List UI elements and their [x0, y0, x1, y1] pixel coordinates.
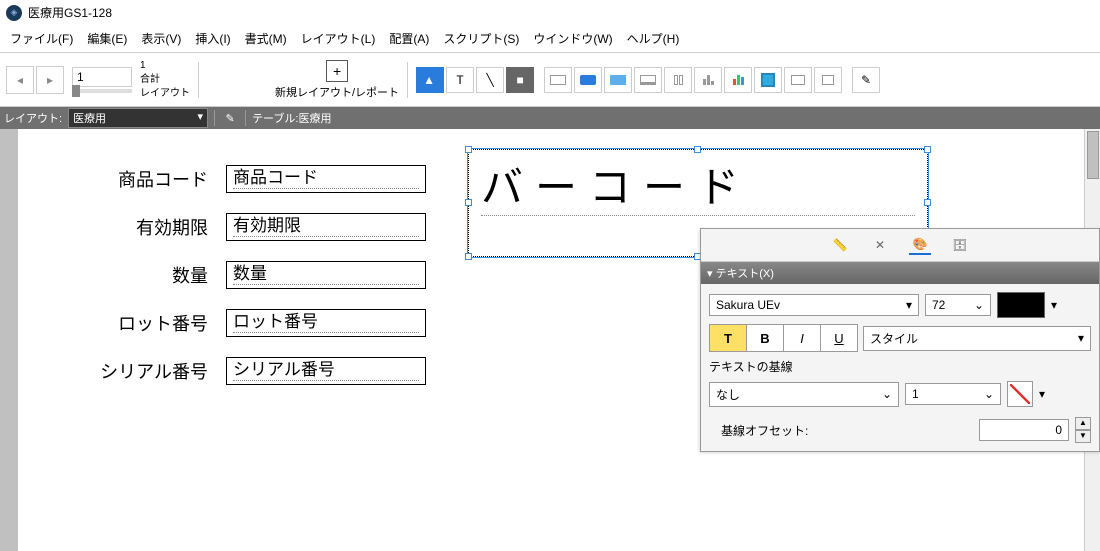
- field-tool-5[interactable]: [664, 67, 692, 93]
- field-tool-4[interactable]: [634, 67, 662, 93]
- tools-tab-icon[interactable]: ✕: [869, 235, 891, 255]
- data-tab-icon[interactable]: 🗄: [949, 235, 971, 255]
- field-box[interactable]: 商品コード: [226, 165, 426, 193]
- menu-help[interactable]: ヘルプ(H): [621, 27, 686, 50]
- toolbar-separator: [407, 62, 408, 98]
- titlebar: ◈ 医療用GS1-128: [0, 0, 1100, 25]
- field-label[interactable]: ロット番号: [58, 310, 208, 336]
- field-box[interactable]: 数量: [226, 261, 426, 289]
- field-box[interactable]: 有効期限: [226, 213, 426, 241]
- baseline-selector[interactable]: なし⌄: [709, 382, 899, 407]
- highlight-style-button[interactable]: T: [709, 324, 747, 352]
- inspector-section-header[interactable]: ▾ テキスト(X): [701, 262, 1099, 284]
- field-tool-3[interactable]: [604, 67, 632, 93]
- bold-button[interactable]: B: [746, 324, 784, 352]
- menu-window[interactable]: ウインドウ(W): [527, 27, 618, 50]
- plus-icon: +: [326, 60, 348, 82]
- menu-insert[interactable]: 挿入(I): [189, 27, 236, 50]
- style-selector[interactable]: スタイル▾: [863, 326, 1091, 351]
- layout-bar: レイアウト: 医療用▾ ✎ テーブル:医療用: [0, 107, 1100, 129]
- scrollbar-thumb[interactable]: [1087, 131, 1099, 179]
- toolbar-separator: [198, 62, 199, 98]
- field-label[interactable]: 商品コード: [58, 166, 208, 192]
- field-tool-2[interactable]: [574, 67, 602, 93]
- ruler-tab-icon[interactable]: 📏: [829, 235, 851, 255]
- fill-tool[interactable]: ■: [506, 67, 534, 93]
- menu-script[interactable]: スクリプト(S): [437, 27, 525, 50]
- nav-prev-button[interactable]: ◂: [6, 66, 34, 94]
- underline-button[interactable]: U: [820, 324, 858, 352]
- menu-format[interactable]: 書式(M): [239, 27, 293, 50]
- baseline-number-selector[interactable]: 1⌄: [905, 383, 1001, 405]
- offset-input[interactable]: 0: [979, 419, 1069, 441]
- total-count: 1 合計 レイアウト: [140, 59, 190, 101]
- app-icon: ◈: [6, 5, 22, 21]
- font-size-selector[interactable]: 72⌄: [925, 294, 991, 316]
- popover-tool[interactable]: [814, 67, 842, 93]
- tool-palette: ▲ T ╲ ■ ✎: [416, 67, 880, 93]
- selection-tool[interactable]: ▲: [416, 67, 444, 93]
- field-tool-6[interactable]: [694, 67, 722, 93]
- field-label[interactable]: 数量: [58, 262, 208, 288]
- baseline-label: テキストの基線: [709, 358, 1091, 375]
- layout-label: レイアウト:: [4, 110, 62, 126]
- eyedropper-tool[interactable]: ✎: [852, 67, 880, 93]
- window-title: 医療用GS1-128: [28, 4, 112, 21]
- line-tool[interactable]: ╲: [476, 67, 504, 93]
- field-tool-1[interactable]: [544, 67, 572, 93]
- menu-file[interactable]: ファイル(F): [4, 27, 79, 50]
- baseline-color-swatch[interactable]: [1007, 381, 1033, 407]
- inspector-panel: 📏 ✕ 🎨 🗄 ▾ テキスト(X) Sakura UEv▾ 72⌄ ▾ T B …: [700, 228, 1100, 452]
- new-layout-button[interactable]: + 新規レイアウト/レポート: [275, 60, 399, 100]
- dropdown-icon[interactable]: ▾: [1039, 387, 1045, 401]
- appearance-tab-icon[interactable]: 🎨: [909, 235, 931, 255]
- menu-edit[interactable]: 編集(E): [81, 27, 133, 50]
- font-selector[interactable]: Sakura UEv▾: [709, 294, 919, 316]
- field-box[interactable]: ロット番号: [226, 309, 426, 337]
- chart-tool-icon[interactable]: [724, 67, 752, 93]
- record-slider[interactable]: [72, 89, 132, 93]
- italic-button[interactable]: I: [783, 324, 821, 352]
- offset-label: 基線オフセット:: [721, 422, 808, 439]
- field-label[interactable]: 有効期限: [58, 214, 208, 240]
- edit-layout-button[interactable]: ✎: [221, 112, 239, 125]
- menu-arrange[interactable]: 配置(A): [383, 27, 435, 50]
- field-box[interactable]: シリアル番号: [226, 357, 426, 385]
- menu-view[interactable]: 表示(V): [135, 27, 187, 50]
- record-number-input[interactable]: 1: [72, 67, 132, 87]
- container-tool[interactable]: [784, 67, 812, 93]
- text-tool[interactable]: T: [446, 67, 474, 93]
- menu-layout[interactable]: レイアウト(L): [295, 27, 382, 50]
- webviewer-tool[interactable]: [754, 67, 782, 93]
- layout-selector[interactable]: 医療用▾: [68, 108, 208, 128]
- table-label: テーブル:医療用: [252, 110, 331, 126]
- toolbar: ◂ ▸ 1 1 合計 レイアウト + 新規レイアウト/レポート ▲ T ╲ ■ …: [0, 53, 1100, 107]
- offset-stepper[interactable]: ▲▼: [1075, 417, 1091, 443]
- field-label[interactable]: シリアル番号: [58, 358, 208, 384]
- nav-next-button[interactable]: ▸: [36, 66, 64, 94]
- font-color-swatch[interactable]: [997, 292, 1045, 318]
- menubar: ファイル(F) 編集(E) 表示(V) 挿入(I) 書式(M) レイアウト(L)…: [0, 25, 1100, 53]
- color-dropdown-icon[interactable]: ▾: [1051, 298, 1057, 312]
